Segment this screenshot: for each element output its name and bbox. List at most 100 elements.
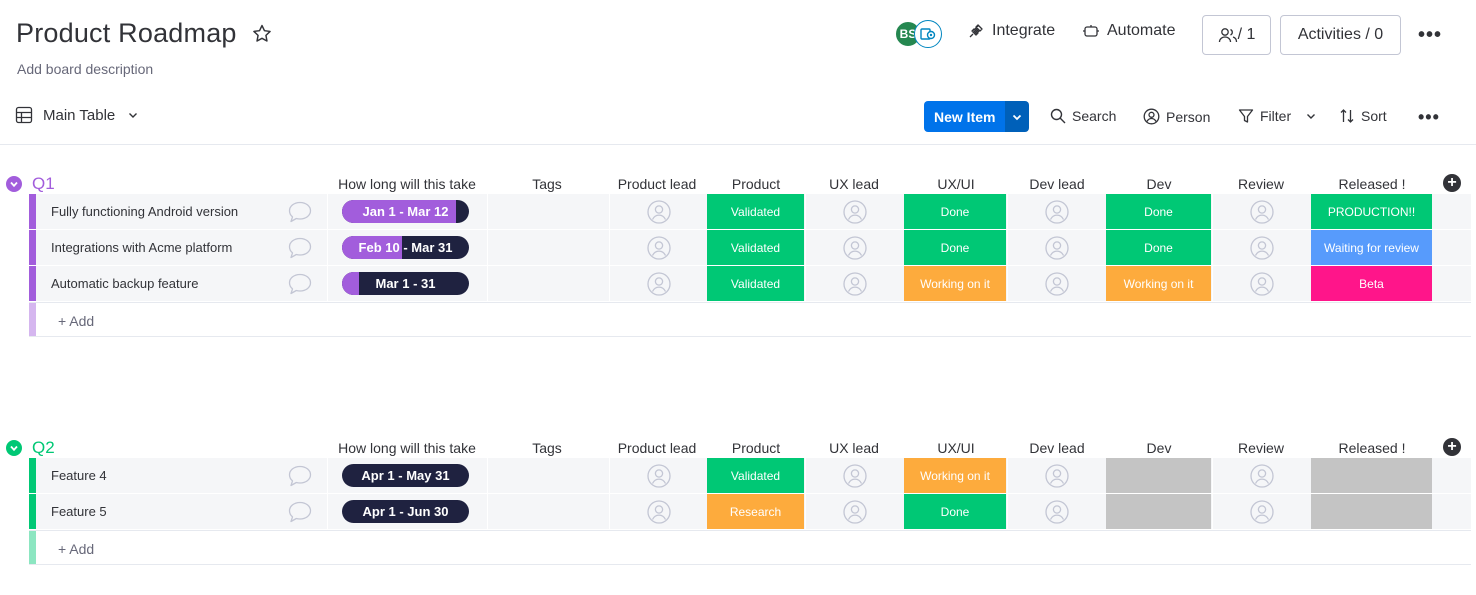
timeline-cell[interactable]: Mar 1 - 31	[327, 266, 486, 301]
search-button[interactable]: Search	[1050, 108, 1116, 124]
product-status[interactable]: Validated	[707, 230, 804, 265]
review-cell[interactable]	[1212, 194, 1310, 229]
toolbar-more-menu[interactable]: •••	[1418, 107, 1440, 128]
guest-avatar[interactable]	[914, 20, 942, 48]
dev-lead-cell[interactable]	[1007, 194, 1105, 229]
dev-lead-cell[interactable]	[1007, 266, 1105, 301]
activities-button[interactable]: Activities / 0	[1280, 15, 1401, 55]
product-status[interactable]: Validated	[707, 194, 804, 229]
filter-button[interactable]: Filter	[1238, 108, 1323, 124]
person-avatar-icon[interactable]	[1045, 236, 1069, 265]
person-avatar-icon[interactable]	[843, 500, 867, 529]
released-status[interactable]: Beta	[1311, 266, 1432, 301]
ux-lead-cell[interactable]	[805, 494, 903, 529]
item-name[interactable]: Feature 4	[51, 468, 107, 483]
dev-status[interactable]	[1106, 494, 1211, 529]
ux-lead-cell[interactable]	[805, 266, 903, 301]
timeline-bar[interactable]: Feb 10 - Mar 31	[342, 236, 469, 259]
product-lead-cell[interactable]	[609, 230, 706, 265]
person-avatar-icon[interactable]	[646, 272, 671, 301]
person-avatar-icon[interactable]	[646, 500, 671, 529]
tags-cell[interactable]	[487, 266, 608, 301]
dev-status[interactable]: Done	[1106, 194, 1211, 229]
add-item-row[interactable]: + Add	[29, 302, 1471, 337]
product-lead-cell[interactable]	[609, 266, 706, 301]
review-cell[interactable]	[1212, 458, 1310, 493]
dev-lead-cell[interactable]	[1007, 458, 1105, 493]
column-header-released[interactable]: Released !	[1282, 176, 1462, 192]
person-avatar-icon[interactable]	[843, 236, 867, 265]
tags-cell[interactable]	[487, 494, 608, 529]
chevron-down-icon[interactable]	[1305, 110, 1317, 122]
person-avatar-icon[interactable]	[1250, 464, 1274, 493]
sort-button[interactable]: Sort	[1339, 108, 1387, 124]
comment-icon[interactable]	[287, 500, 313, 529]
table-row[interactable]: Fully functioning Android version Jan 1 -…	[29, 194, 1471, 230]
board-description[interactable]: Add board description	[17, 61, 153, 77]
timeline-bar[interactable]: Mar 1 - 31	[342, 272, 469, 295]
timeline-bar[interactable]: Apr 1 - May 31	[342, 464, 469, 487]
person-avatar-icon[interactable]	[1250, 236, 1274, 265]
person-avatar-icon[interactable]	[646, 200, 671, 229]
ux-ui-status[interactable]: Working on it	[904, 458, 1006, 493]
integrate-button[interactable]: Integrate	[967, 22, 1055, 40]
person-avatar-icon[interactable]	[1045, 464, 1069, 493]
timeline-bar[interactable]: Jan 1 - Mar 12	[342, 200, 469, 223]
person-avatar-icon[interactable]	[1045, 200, 1069, 229]
dev-status[interactable]	[1106, 458, 1211, 493]
table-row[interactable]: Automatic backup feature Mar 1 - 31 Valida…	[29, 266, 1471, 302]
timeline-cell[interactable]: Apr 1 - May 31	[327, 458, 486, 493]
person-avatar-icon[interactable]	[1250, 200, 1274, 229]
dev-lead-cell[interactable]	[1007, 494, 1105, 529]
product-status[interactable]: Research	[707, 494, 804, 529]
review-cell[interactable]	[1212, 230, 1310, 265]
product-lead-cell[interactable]	[609, 194, 706, 229]
comment-icon[interactable]	[287, 200, 313, 229]
person-avatar-icon[interactable]	[1250, 500, 1274, 529]
item-name[interactable]: Fully functioning Android version	[51, 204, 238, 219]
timeline-cell[interactable]: Apr 1 - Jun 30	[327, 494, 486, 529]
product-lead-cell[interactable]	[609, 458, 706, 493]
add-item-input[interactable]: + Add	[58, 541, 94, 557]
ux-ui-status[interactable]: Done	[904, 494, 1006, 529]
table-row[interactable]: Feature 4 Apr 1 - May 31 Validated Working …	[29, 458, 1471, 494]
product-lead-cell[interactable]	[609, 494, 706, 529]
person-filter-button[interactable]: Person	[1143, 108, 1210, 125]
add-item-input[interactable]: + Add	[58, 313, 94, 329]
product-status[interactable]: Validated	[707, 458, 804, 493]
table-row[interactable]: Feature 5 Apr 1 - Jun 30 Research Done	[29, 494, 1471, 530]
comment-icon[interactable]	[287, 464, 313, 493]
released-status[interactable]	[1311, 458, 1432, 493]
comment-icon[interactable]	[287, 272, 313, 301]
person-avatar-icon[interactable]	[1045, 272, 1069, 301]
person-avatar-icon[interactable]	[843, 464, 867, 493]
released-status[interactable]: PRODUCTION!!	[1311, 194, 1432, 229]
new-item-dropdown[interactable]	[1005, 101, 1030, 132]
person-avatar-icon[interactable]	[646, 464, 671, 493]
members-button[interactable]: / 1	[1202, 15, 1271, 55]
timeline-cell[interactable]: Feb 10 - Mar 31	[327, 230, 486, 265]
person-avatar-icon[interactable]	[1045, 500, 1069, 529]
review-cell[interactable]	[1212, 494, 1310, 529]
tags-cell[interactable]	[487, 230, 608, 265]
item-name[interactable]: Integrations with Acme platform	[51, 240, 232, 255]
automate-button[interactable]: Automate	[1082, 22, 1175, 40]
board-title[interactable]: Product Roadmap	[16, 18, 237, 49]
add-item-row[interactable]: + Add	[29, 530, 1471, 565]
star-icon[interactable]	[251, 23, 273, 45]
person-avatar-icon[interactable]	[1250, 272, 1274, 301]
dev-status[interactable]: Done	[1106, 230, 1211, 265]
view-selector[interactable]: Main Table	[15, 106, 149, 124]
dev-status[interactable]: Working on it	[1106, 266, 1211, 301]
ux-lead-cell[interactable]	[805, 458, 903, 493]
timeline-cell[interactable]: Jan 1 - Mar 12	[327, 194, 486, 229]
comment-icon[interactable]	[287, 236, 313, 265]
dev-lead-cell[interactable]	[1007, 230, 1105, 265]
tags-cell[interactable]	[487, 194, 608, 229]
person-avatar-icon[interactable]	[646, 236, 671, 265]
person-avatar-icon[interactable]	[843, 200, 867, 229]
tags-cell[interactable]	[487, 458, 608, 493]
board-members[interactable]: BS	[894, 20, 944, 50]
table-row[interactable]: Integrations with Acme platform Feb 10 - …	[29, 230, 1471, 266]
released-status[interactable]: Waiting for review	[1311, 230, 1432, 265]
